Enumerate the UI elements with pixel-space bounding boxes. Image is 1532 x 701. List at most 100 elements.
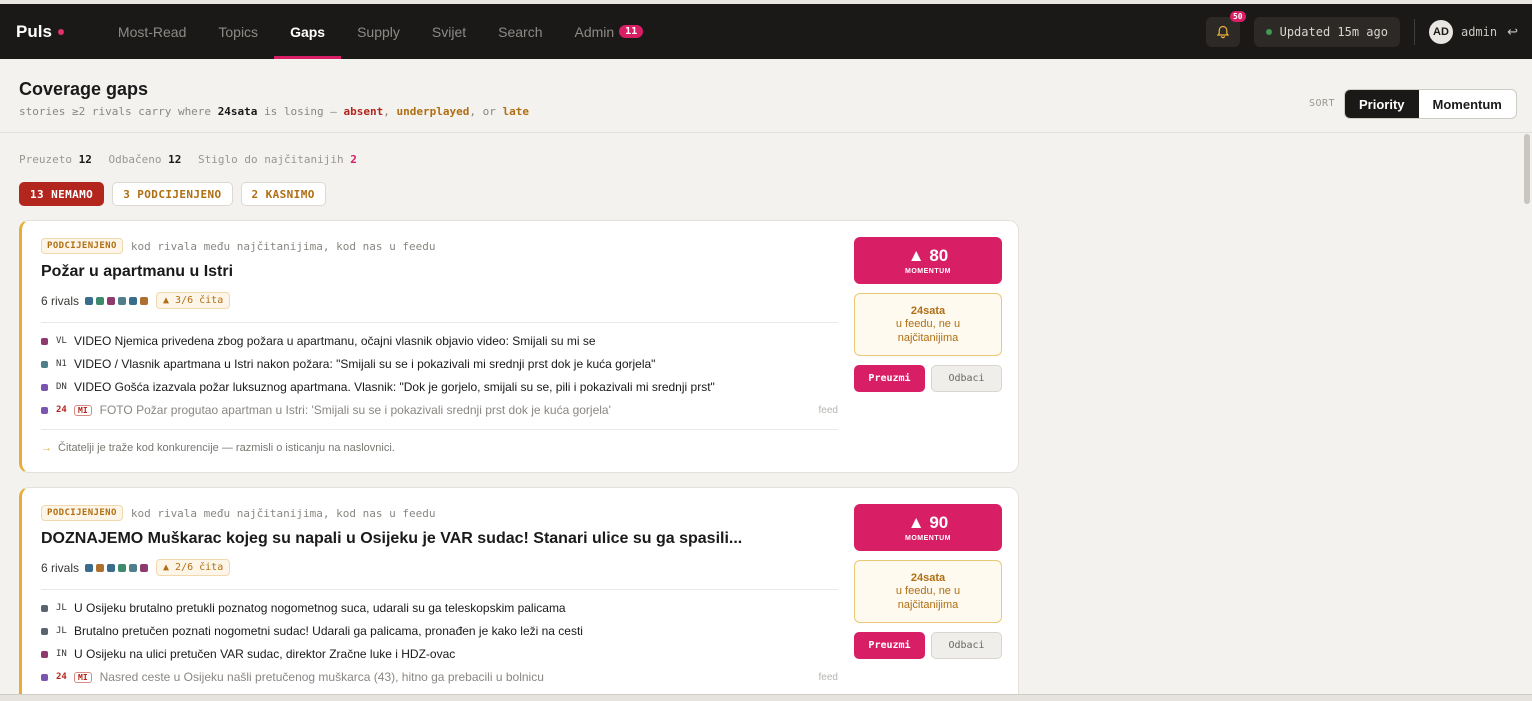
top-navbar: Puls Most-Read Topics Gaps Supply Svijet…	[0, 0, 1532, 59]
own-outlet-status: u feedu, ne u najčitanijima	[895, 584, 961, 611]
story-headline: FOTO Požar progutao apartman u Istri: 'S…	[99, 403, 611, 417]
filter-podcijenjeno[interactable]: 3 PODCIJENJENO	[112, 182, 233, 206]
story-headline: U Osijeku na ulici pretučen VAR sudac, d…	[74, 647, 456, 661]
outlet-square-icon	[41, 673, 48, 681]
nav-gaps[interactable]: Gaps	[274, 4, 342, 59]
nav-label: Search	[498, 23, 543, 40]
username: admin	[1460, 24, 1498, 39]
rival-color-list	[85, 296, 149, 305]
hint-text: Čitatelji je traže kod konkurencije — ra…	[58, 442, 395, 454]
window-bottom-edge	[0, 694, 1532, 701]
take-button[interactable]: Preuzmi	[854, 365, 925, 392]
nav-label: Admin	[574, 23, 615, 40]
sort-priority-button[interactable]: Priority	[1345, 90, 1419, 118]
nav-label: Svijet	[431, 23, 467, 40]
stats-line: Preuzeto 12 Odbačeno 12 Stiglo do najčit…	[19, 153, 357, 166]
reject-button[interactable]: Odbaci	[931, 632, 1002, 659]
updated-status: Updated 15m ago	[1253, 16, 1400, 47]
gap-card-side: ▲ 90 MOMENTUM 24sata u feedu, ne u najči…	[854, 504, 1002, 659]
take-button[interactable]: Preuzmi	[854, 632, 925, 659]
nav-svijet[interactable]: Svijet	[416, 4, 482, 59]
status-dot-icon	[1265, 28, 1272, 35]
nav-label: Most-Read	[117, 23, 187, 40]
outlet-square-icon	[41, 627, 48, 635]
rivals-count: 6 rivals	[41, 293, 80, 308]
story-title[interactable]: DOZNAJEMO Muškarac kojeg su napali u Osi…	[41, 530, 838, 548]
logout-icon[interactable]: ↩	[1507, 24, 1518, 40]
tag-description: kod rivala među najčitanijima, kod nas u…	[130, 506, 436, 520]
nav-supply[interactable]: Supply	[341, 4, 416, 59]
outlet-code: 24	[56, 405, 67, 415]
subtitle-prefix: stories ≥2 rivals carry where	[19, 105, 212, 118]
story-headline: VIDEO / Vlasnik apartmana u Istri nakon …	[74, 357, 656, 371]
reading-badge: ▲ 3/6 čita	[156, 292, 231, 309]
momentum-label: MOMENTUM	[905, 535, 951, 542]
scrollbar[interactable]	[1522, 134, 1532, 694]
rival-square-icon	[107, 296, 116, 305]
momentum-value: ▲ 90	[907, 513, 949, 532]
navbar-right: 50 Updated 15m ago AD admin ↩	[1205, 4, 1532, 59]
momentum-label: MOMENTUM	[905, 268, 951, 275]
status-badge: PODCIJENJENO	[41, 505, 123, 521]
stat-rejected-value: 12	[168, 153, 182, 166]
story-title[interactable]: Požar u apartmanu u Istri	[41, 263, 838, 281]
momentum-score: ▲ 80 MOMENTUM	[854, 237, 1002, 284]
nav-label: Topics	[218, 23, 259, 40]
card-actions: Preuzmi Odbaci	[854, 365, 1002, 392]
status-badge: PODCIJENJENO	[41, 238, 123, 254]
notifications-button[interactable]: 50	[1205, 10, 1246, 47]
card-divider	[41, 322, 838, 323]
rival-story[interactable]: VL VIDEO Njemica privedena zbog požara u…	[41, 332, 838, 350]
stat-taken-label: Preuzeto	[19, 153, 72, 166]
rival-story[interactable]: JL Brutalno pretučen poznati nogometni s…	[41, 622, 838, 640]
navbar-divider	[1413, 18, 1415, 45]
reject-button[interactable]: Odbaci	[931, 365, 1002, 392]
own-story[interactable]: 24 MI FOTO Požar progutao apartman u Ist…	[41, 401, 838, 419]
page-title: Coverage gaps	[19, 79, 149, 99]
subtitle-late: late	[502, 105, 530, 118]
outlet-square-icon	[41, 383, 48, 391]
scrollbar-thumb[interactable]	[1524, 134, 1530, 204]
stat-reached-label: Stiglo do najčitanijih	[197, 153, 344, 166]
notifications-badge: 50	[1229, 10, 1246, 22]
outlet-square-icon	[41, 604, 48, 612]
story-headline: Brutalno pretučen poznati nogometni suda…	[74, 624, 583, 638]
story-source: feed	[818, 671, 838, 683]
nav-admin[interactable]: Admin 11	[558, 4, 659, 59]
outlet-square-icon	[41, 406, 48, 414]
outlet-square-icon	[41, 360, 48, 368]
own-outlet-name: 24sata	[910, 571, 946, 584]
sort-toggle: Priority Momentum	[1344, 89, 1517, 119]
nav-label: Supply	[357, 23, 400, 40]
outlet-code: JL	[56, 603, 67, 613]
sort-momentum-button[interactable]: Momentum	[1419, 90, 1516, 118]
nav-most-read[interactable]: Most-Read	[102, 4, 202, 59]
gap-card-side: ▲ 80 MOMENTUM 24sata u feedu, ne u najči…	[854, 237, 1002, 392]
rival-story[interactable]: IN U Osijeku na ulici pretučen VAR sudac…	[41, 645, 838, 663]
page-header: Coverage gaps stories ≥2 rivals carry wh…	[0, 59, 1532, 133]
own-outlet-status: u feedu, ne u najčitanijima	[895, 317, 961, 344]
tag-description: kod rivala među najčitanijima, kod nas u…	[130, 239, 436, 253]
story-headline: VIDEO Gošća izazvala požar luksuznog apa…	[74, 380, 715, 394]
arrow-right-icon: →	[41, 442, 52, 454]
story-source: feed	[818, 404, 838, 416]
nav-search[interactable]: Search	[482, 4, 558, 59]
updated-text: Updated 15m ago	[1279, 24, 1388, 39]
rival-story[interactable]: N1 VIDEO / Vlasnik apartmana u Istri nak…	[41, 355, 838, 373]
gap-tag-row: PODCIJENJENO kod rivala među najčitaniji…	[41, 238, 435, 254]
own-story[interactable]: 24 MI Nasred ceste u Osijeku našli pretu…	[41, 668, 838, 686]
filter-nemamo[interactable]: 13 NEMAMO	[19, 182, 105, 206]
brand-logo[interactable]: Puls	[16, 22, 64, 42]
stat-rejected-label: Odbačeno	[108, 153, 162, 166]
nav-topics[interactable]: Topics	[202, 4, 274, 59]
rival-story[interactable]: DN VIDEO Gošća izazvala požar luksuznog …	[41, 378, 838, 396]
rival-square-icon	[118, 296, 127, 305]
filter-kasnimo[interactable]: 2 KASNIMO	[240, 182, 326, 206]
own-marker-badge: MI	[74, 671, 92, 683]
outlet-code: N1	[56, 359, 67, 369]
rival-square-icon	[140, 563, 149, 572]
rivals-row: 6 rivals ▲ 3/6 čita	[41, 292, 231, 309]
own-status-box: 24sata u feedu, ne u najčitanijima	[854, 293, 1002, 356]
avatar[interactable]: AD	[1428, 19, 1453, 44]
rival-story[interactable]: JL U Osijeku brutalno pretukli poznatog …	[41, 599, 838, 617]
